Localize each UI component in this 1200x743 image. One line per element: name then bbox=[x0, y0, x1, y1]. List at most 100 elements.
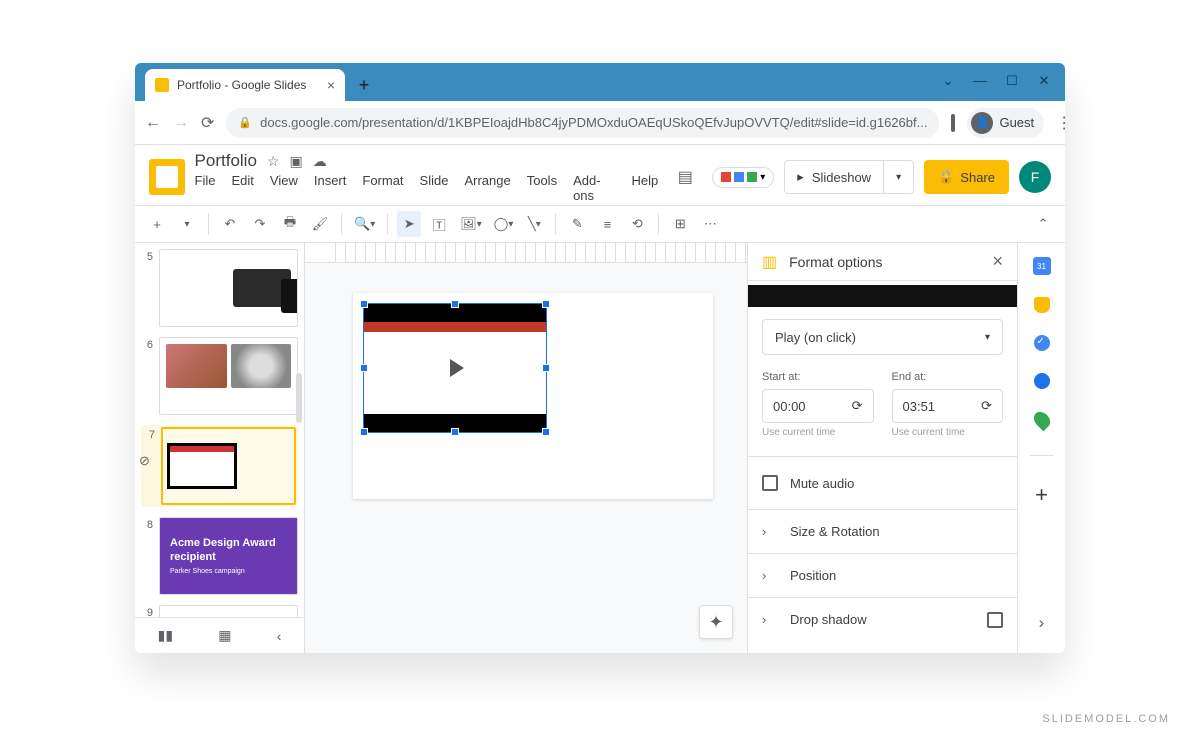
window-caret-icon[interactable]: ⌄ bbox=[939, 73, 957, 89]
browser-toolbar: ← → ⟳ 🔒 docs.google.com/presentation/d/1… bbox=[135, 101, 1065, 145]
filmstrip-scrollbar[interactable] bbox=[296, 373, 302, 423]
account-avatar[interactable]: F bbox=[1019, 161, 1051, 193]
textbox-tool-icon[interactable]: 🅃 bbox=[427, 211, 451, 237]
print-icon[interactable]: 🖶 bbox=[278, 211, 302, 237]
end-time-input[interactable]: 03:51 ⟳ bbox=[892, 389, 1004, 423]
meet-button[interactable]: ▾ bbox=[712, 167, 774, 188]
share-button[interactable]: 🔒 Share bbox=[924, 160, 1009, 194]
close-window-icon[interactable]: ✕ bbox=[1035, 73, 1053, 89]
chrome-menu-icon[interactable]: ⋮ bbox=[1056, 113, 1065, 133]
chevron-down-icon[interactable]: ▾ bbox=[896, 172, 901, 183]
resize-handle[interactable] bbox=[542, 364, 550, 372]
section-size-rotation[interactable]: › Size & Rotation bbox=[748, 509, 1017, 553]
back-icon[interactable]: ← bbox=[145, 114, 161, 132]
move-folder-icon[interactable]: ▣ bbox=[289, 153, 302, 170]
menu-edit[interactable]: Edit bbox=[232, 173, 254, 203]
selected-video-object[interactable] bbox=[363, 303, 547, 433]
use-current-time-end[interactable]: Use current time bbox=[892, 427, 1004, 438]
resize-handle[interactable] bbox=[451, 300, 459, 308]
minimize-icon[interactable]: — bbox=[971, 73, 989, 89]
menu-view[interactable]: View bbox=[270, 173, 298, 203]
star-icon[interactable]: ☆ bbox=[267, 153, 280, 170]
slide-canvas[interactable]: ✦ bbox=[305, 243, 747, 653]
section-drop-shadow[interactable]: › Drop shadow bbox=[748, 597, 1017, 641]
more-icon[interactable]: ⋯ bbox=[698, 211, 722, 237]
select-tool-icon[interactable]: ➤ bbox=[397, 211, 421, 237]
mask-icon[interactable]: ≡ bbox=[595, 211, 619, 237]
redo-icon[interactable]: ↷ bbox=[248, 211, 272, 237]
menu-slide[interactable]: Slide bbox=[420, 173, 449, 203]
undo-icon[interactable]: ↶ bbox=[218, 211, 242, 237]
resize-handle[interactable] bbox=[360, 300, 368, 308]
resize-handle[interactable] bbox=[542, 428, 550, 436]
thumbnail-slide-7[interactable]: 7 ⊘ bbox=[141, 425, 298, 507]
collapse-rail-icon[interactable]: › bbox=[1039, 613, 1045, 633]
mute-audio-row[interactable]: Mute audio bbox=[762, 471, 1003, 495]
menu-arrange[interactable]: Arrange bbox=[464, 173, 510, 203]
resize-handle[interactable] bbox=[451, 428, 459, 436]
thumbnail-slide-8[interactable]: 8 Acme Design Award recipient Parker Sho… bbox=[141, 517, 298, 595]
filmstrip[interactable]: 5 6 7 ⊘ 8 Acme Design Award recipient Pa… bbox=[135, 243, 305, 653]
profile-guest-button[interactable]: 👤 Guest bbox=[967, 108, 1044, 138]
chevron-right-icon: › bbox=[762, 524, 774, 539]
slide-surface[interactable] bbox=[353, 293, 713, 499]
resize-handle[interactable] bbox=[360, 428, 368, 436]
play-icon[interactable] bbox=[433, 346, 477, 390]
add-addon-icon[interactable]: + bbox=[1035, 482, 1048, 508]
drop-shadow-checkbox[interactable] bbox=[987, 612, 1003, 628]
close-panel-icon[interactable]: × bbox=[992, 251, 1003, 272]
collapse-toolbar-icon[interactable]: ⌃ bbox=[1031, 211, 1055, 237]
menu-format[interactable]: Format bbox=[362, 173, 403, 203]
cloud-status-icon[interactable]: ☁ bbox=[313, 153, 327, 170]
address-bar[interactable]: 🔒 docs.google.com/presentation/d/1KBPEIo… bbox=[226, 108, 939, 138]
shape-tool-icon[interactable]: ◯ ▾ bbox=[491, 211, 517, 237]
reload-icon[interactable]: ⟳ bbox=[201, 113, 214, 133]
panel-toggle-icon[interactable] bbox=[951, 114, 955, 132]
keep-icon[interactable] bbox=[1034, 297, 1050, 313]
new-slide-button[interactable]: + bbox=[145, 211, 169, 237]
use-current-time-start[interactable]: Use current time bbox=[762, 427, 874, 438]
menu-insert[interactable]: Insert bbox=[314, 173, 347, 203]
slides-logo-icon[interactable] bbox=[149, 159, 185, 195]
new-tab-button[interactable]: + bbox=[351, 72, 377, 98]
play-outline-icon: ▸ bbox=[797, 169, 804, 185]
browser-tab[interactable]: Portfolio - Google Slides × bbox=[145, 69, 345, 101]
format-options-icon[interactable]: ⊞ bbox=[668, 211, 692, 237]
reload-icon[interactable]: ⟳ bbox=[852, 398, 863, 414]
thumbnail-slide-6[interactable]: 6 bbox=[141, 337, 298, 415]
collapse-filmstrip-icon[interactable]: ‹ bbox=[277, 628, 282, 644]
thumbnail-slide-5[interactable]: 5 bbox=[141, 249, 298, 327]
maximize-icon[interactable]: ☐ bbox=[1003, 73, 1021, 89]
watermark: SLIDEMODEL.COM bbox=[1042, 713, 1170, 725]
image-tool-icon[interactable]: 🖼 ▾ bbox=[457, 211, 485, 237]
grid-view-icon[interactable]: ▦ bbox=[218, 627, 231, 644]
menu-file[interactable]: File bbox=[195, 173, 216, 203]
menu-addons[interactable]: Add-ons bbox=[573, 173, 615, 203]
paint-format-icon[interactable]: 🖌 bbox=[308, 211, 332, 237]
section-position[interactable]: › Position bbox=[748, 553, 1017, 597]
document-title[interactable]: Portfolio bbox=[195, 151, 257, 171]
crop-icon[interactable]: ✎ bbox=[565, 211, 589, 237]
menu-tools[interactable]: Tools bbox=[527, 173, 557, 203]
zoom-icon[interactable]: 🔍 ▾ bbox=[351, 211, 378, 237]
new-slide-dropdown[interactable]: ▾ bbox=[175, 211, 199, 237]
forward-icon[interactable]: → bbox=[173, 114, 189, 132]
close-tab-icon[interactable]: × bbox=[327, 77, 335, 93]
explore-button[interactable]: ✦ bbox=[699, 605, 733, 639]
resize-handle[interactable] bbox=[542, 300, 550, 308]
reset-icon[interactable]: ⟲ bbox=[625, 211, 649, 237]
slideshow-button[interactable]: ▸ Slideshow ▾ bbox=[784, 160, 914, 194]
filmstrip-view-icon[interactable]: ▮▮ bbox=[158, 627, 173, 644]
reload-icon[interactable]: ⟳ bbox=[981, 398, 992, 414]
menu-help[interactable]: Help bbox=[632, 173, 659, 203]
contacts-icon[interactable] bbox=[1034, 373, 1050, 389]
resize-handle[interactable] bbox=[360, 364, 368, 372]
tasks-icon[interactable] bbox=[1034, 335, 1050, 351]
play-mode-select[interactable]: Play (on click) ▾ bbox=[762, 319, 1003, 355]
line-tool-icon[interactable]: ╲ ▾ bbox=[522, 211, 546, 237]
maps-icon[interactable] bbox=[1030, 409, 1053, 432]
comments-icon[interactable]: ▤ bbox=[668, 160, 702, 194]
calendar-icon[interactable]: 31 bbox=[1033, 257, 1051, 275]
mute-audio-checkbox[interactable] bbox=[762, 475, 778, 491]
start-time-input[interactable]: 00:00 ⟳ bbox=[762, 389, 874, 423]
